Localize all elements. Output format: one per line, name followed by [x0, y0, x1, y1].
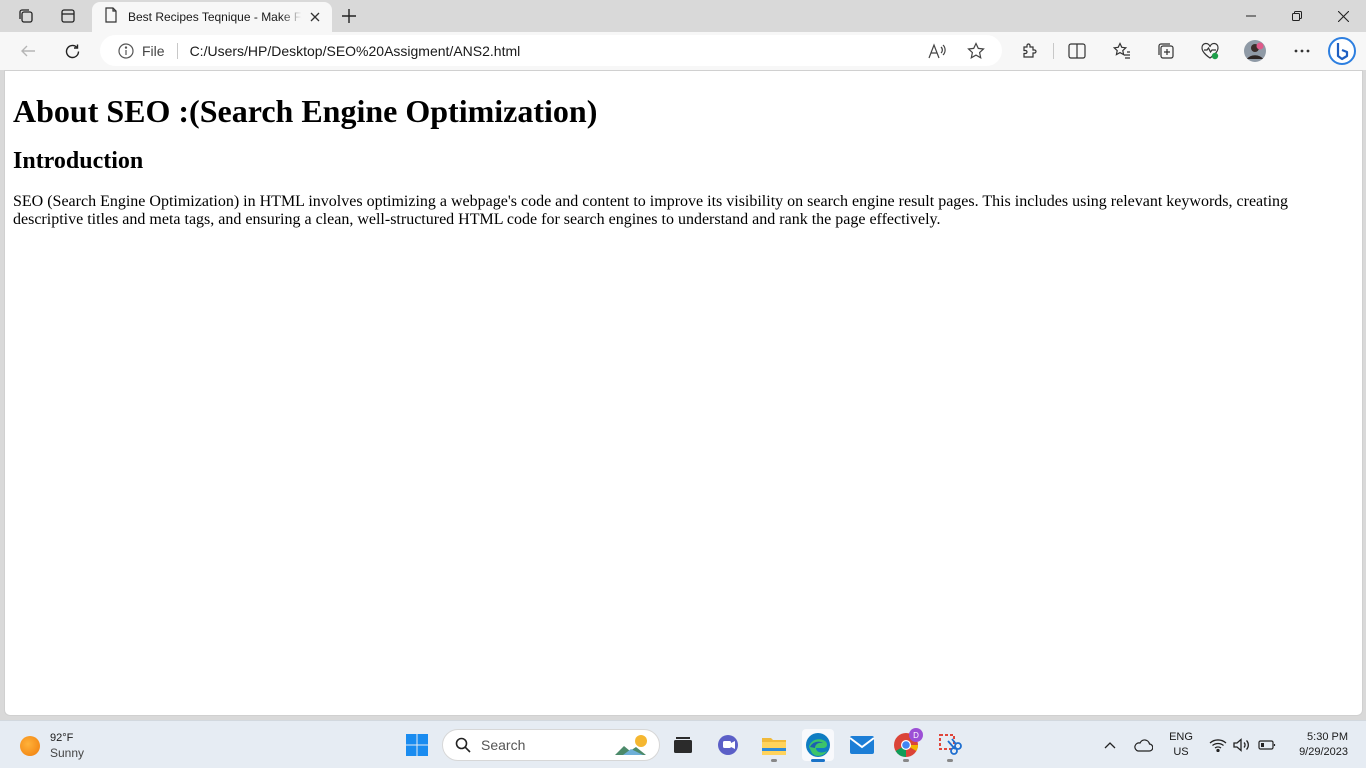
page-file-icon: [104, 6, 118, 28]
taskbar-search[interactable]: Search: [442, 729, 660, 761]
running-indicator: [947, 759, 953, 762]
intro-paragraph: SEO (Search Engine Optimization) in HTML…: [13, 193, 1289, 229]
snipping-tool-app[interactable]: [934, 729, 966, 762]
browser-toolbar: File C:/Users/HP/Desktop/SEO%20Assigment…: [0, 32, 1366, 70]
weather-condition: Sunny: [50, 746, 85, 760]
system-clock[interactable]: 5:30 PM 9/29/2023: [1286, 730, 1348, 760]
teams-chat-app[interactable]: [713, 729, 745, 761]
address-divider: [176, 42, 178, 59]
clock-time: 5:30 PM: [1307, 731, 1348, 743]
scheme-label: File: [142, 42, 165, 59]
address-bar[interactable]: File C:/Users/HP/Desktop/SEO%20Assigment…: [100, 35, 1002, 66]
minimize-button[interactable]: [1228, 0, 1274, 32]
active-indicator: [811, 759, 825, 762]
active-tab[interactable]: Best Recipes Teqnique - Make Fo: [92, 2, 332, 32]
extensions-icon[interactable]: [1015, 37, 1043, 65]
onedrive-cloud-icon[interactable]: [1132, 733, 1154, 757]
site-info-icon[interactable]: [117, 42, 134, 59]
chrome-profile-badge: D: [909, 728, 923, 742]
file-explorer-app[interactable]: [758, 729, 790, 762]
weather-temp: 92°F: [50, 732, 74, 744]
search-label: Search: [481, 737, 526, 753]
restore-button[interactable]: [1274, 0, 1320, 32]
region-code: US: [1173, 746, 1189, 758]
running-indicator: [903, 759, 909, 762]
more-menu-icon[interactable]: [1288, 37, 1316, 65]
weather-widget[interactable]: 92°F Sunny: [20, 731, 84, 761]
tab-title: Best Recipes Teqnique - Make Fo: [128, 10, 302, 24]
collections-icon[interactable]: [1152, 37, 1180, 65]
wifi-icon[interactable]: [1209, 733, 1227, 757]
battery-icon[interactable]: [1257, 733, 1277, 757]
sun-icon: [20, 736, 40, 756]
section-heading: Introduction: [13, 147, 144, 174]
edge-app[interactable]: [802, 729, 834, 762]
favorites-icon[interactable]: [1108, 37, 1136, 65]
search-icon: [455, 737, 471, 753]
favorite-star-icon[interactable]: [965, 40, 987, 62]
close-tab-icon[interactable]: [306, 8, 324, 26]
page-heading: About SEO :(Search Engine Optimization): [13, 93, 598, 129]
tab-strip: Best Recipes Teqnique - Make Fo: [0, 0, 1366, 32]
page-body: About SEO :(Search Engine Optimization) …: [5, 71, 1362, 229]
browser-essentials-icon[interactable]: [1196, 37, 1224, 65]
chrome-app[interactable]: D: [890, 728, 923, 762]
show-hidden-icons-chevron-icon[interactable]: [1101, 733, 1119, 757]
start-button[interactable]: [401, 729, 433, 761]
running-indicator: [771, 759, 777, 762]
volume-icon[interactable]: [1233, 733, 1251, 757]
split-screen-icon[interactable]: [1063, 37, 1091, 65]
search-highlight-icon: [613, 733, 653, 762]
profile-avatar[interactable]: [1241, 37, 1269, 65]
taskbar: 92°F Sunny Search D ENG US 5:30 PM 9/29/…: [0, 720, 1366, 768]
close-window-button[interactable]: [1320, 0, 1366, 32]
new-tab-button[interactable]: [336, 4, 362, 28]
refresh-button[interactable]: [57, 36, 87, 66]
read-aloud-icon[interactable]: [926, 40, 948, 62]
tab-actions-icon[interactable]: [54, 4, 82, 28]
page-viewport: About SEO :(Search Engine Optimization) …: [4, 70, 1363, 716]
mail-app[interactable]: [846, 729, 878, 761]
url-text[interactable]: C:/Users/HP/Desktop/SEO%20Assigment/ANS2…: [190, 43, 521, 59]
toolbar-divider: [1053, 43, 1054, 59]
task-view-button[interactable]: [667, 729, 699, 761]
workspaces-icon[interactable]: [12, 4, 40, 28]
language-code: ENG: [1169, 731, 1193, 743]
language-indicator[interactable]: ENG US: [1168, 730, 1194, 760]
back-button[interactable]: [13, 36, 43, 66]
clock-date: 9/29/2023: [1299, 746, 1348, 758]
bing-copilot-icon[interactable]: [1326, 35, 1358, 67]
